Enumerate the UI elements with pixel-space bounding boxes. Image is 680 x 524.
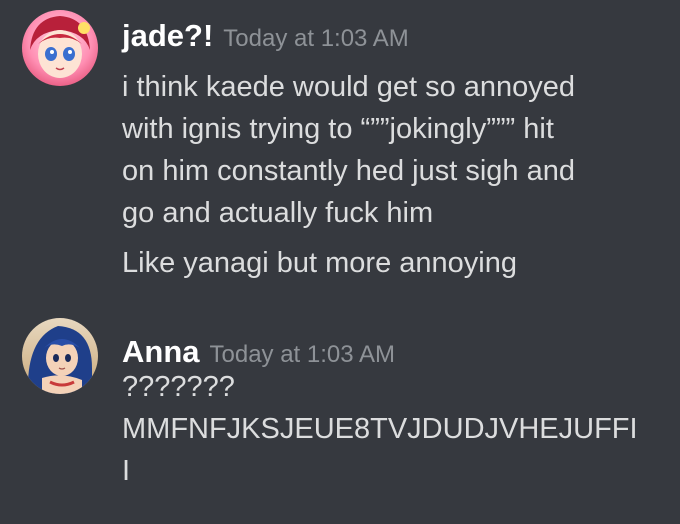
message-header: Anna Today at 1:03 AM [122, 334, 395, 370]
username[interactable]: Anna [122, 334, 200, 369]
message-line: ??????? [122, 371, 235, 403]
message-line: go and actually fuck him [122, 197, 434, 229]
avatar[interactable] [22, 318, 98, 394]
timestamp: Today at 1:03 AM [209, 341, 395, 368]
avatar-image [22, 318, 98, 394]
followup-message: Like yanagi but more annoying [122, 247, 517, 279]
message-line: on him constantly hed just sigh and [122, 155, 575, 187]
username[interactable]: jade?! [122, 18, 213, 53]
message-content: ??????? MMFNFJKSJEUE8TVJDUDJVHEJUFFI I [122, 366, 662, 492]
avatar[interactable] [22, 10, 98, 86]
message-line: with ignis trying to “””jokingly””” hit [122, 113, 554, 145]
message-line: MMFNFJKSJEUE8TVJDUDJVHEJUFFI [122, 413, 638, 445]
chat-messages: jade?! Today at 1:03 AM i think kaede wou… [0, 0, 680, 524]
message-content: i think kaede would get so annoyed with … [122, 66, 662, 284]
message-line: i think kaede would get so annoyed [122, 71, 576, 103]
avatar-image [22, 10, 98, 86]
timestamp: Today at 1:03 AM [223, 25, 409, 52]
message-header: jade?! Today at 1:03 AM [122, 18, 409, 54]
message-line: I [122, 455, 131, 487]
